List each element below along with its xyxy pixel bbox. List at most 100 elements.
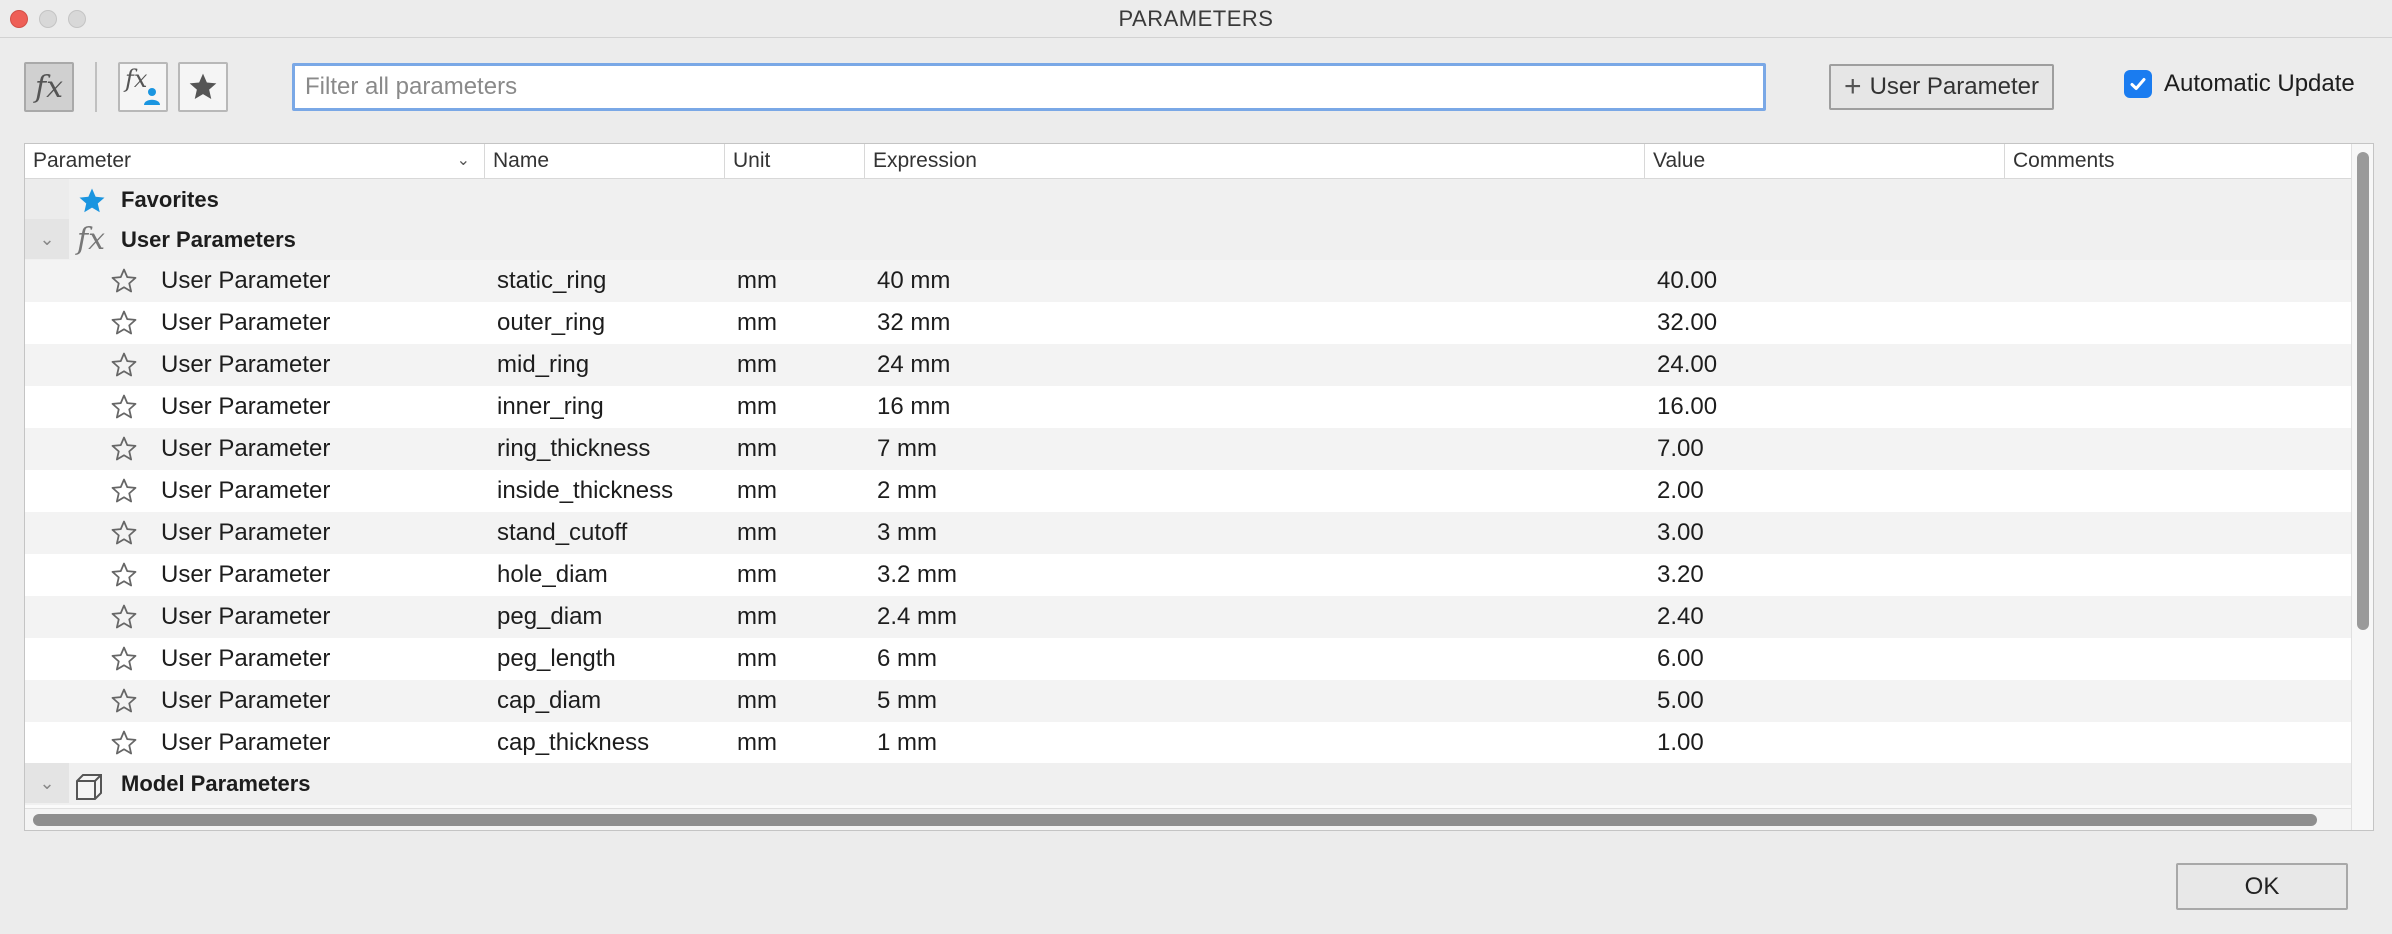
fx-user-icon: fx	[125, 65, 161, 105]
favorite-toggle-star-icon[interactable]	[109, 518, 139, 555]
parameter-value-cell: 5.00	[1657, 687, 1704, 714]
model-parameters-expander[interactable]: ⌄	[25, 763, 69, 803]
fx-icon: fx	[34, 69, 64, 105]
parameter-name-cell[interactable]: inside_thickness	[497, 470, 673, 512]
column-header-expression[interactable]: Expression	[865, 144, 1645, 178]
parameter-unit-cell[interactable]: mm	[737, 512, 777, 554]
vertical-scrollbar[interactable]	[2351, 144, 2373, 830]
parameter-name-cell[interactable]: static_ring	[497, 260, 606, 302]
table-row[interactable]: User Parameter cap_thickness mm 1 mm 1.00	[25, 722, 2351, 764]
ok-button[interactable]: OK	[2176, 863, 2348, 910]
table-row[interactable]: User Parameter cap_diam mm 5 mm 5.00	[25, 680, 2351, 722]
filter-parameters-input[interactable]	[292, 63, 1766, 111]
parameter-expression-cell[interactable]: 6 mm	[877, 638, 937, 680]
parameter-unit-cell[interactable]: mm	[737, 260, 777, 302]
column-header-unit[interactable]: Unit	[725, 144, 865, 178]
automatic-update-toggle[interactable]: Automatic Update	[2124, 70, 2355, 98]
parameter-value-cell: 40.00	[1657, 267, 1718, 294]
parameter-name-cell[interactable]: hole_diam	[497, 554, 608, 596]
table-row[interactable]: User Parameter inner_ring mm 16 mm 16.00	[25, 386, 2351, 428]
table-row[interactable]: User Parameter static_ring mm 40 mm 40.00	[25, 260, 2351, 302]
table-row[interactable]: User Parameter outer_ring mm 32 mm 32.00	[25, 302, 2351, 344]
title-bar: PARAMETERS	[0, 0, 2392, 38]
favorite-toggle-star-icon[interactable]	[109, 644, 139, 681]
favorite-toggle-star-icon[interactable]	[109, 602, 139, 639]
column-header-name[interactable]: Name	[485, 144, 725, 178]
parameter-unit-cell[interactable]: mm	[737, 638, 777, 680]
automatic-update-label: Automatic Update	[2164, 70, 2355, 97]
cube-icon	[76, 774, 102, 800]
user-parameters-expander[interactable]: ⌄	[25, 219, 69, 259]
parameter-name-cell[interactable]: ring_thickness	[497, 428, 650, 470]
parameter-expression-cell[interactable]: 40 mm	[877, 260, 950, 302]
table-row[interactable]: User Parameter ring_thickness mm 7 mm 7.00	[25, 428, 2351, 470]
parameter-expression-cell[interactable]: 24 mm	[877, 344, 950, 386]
parameter-type-cell: User Parameter	[161, 435, 331, 462]
parameter-name-cell[interactable]: mid_ring	[497, 344, 589, 386]
parameter-name-cell[interactable]: cap_thickness	[497, 722, 649, 764]
parameter-name-cell[interactable]: stand_cutoff	[497, 512, 627, 554]
favorite-toggle-star-icon[interactable]	[109, 728, 139, 765]
table-row[interactable]: User Parameter inside_thickness mm 2 mm 2.00	[25, 470, 2351, 512]
table-row[interactable]: User Parameter mid_ring mm 24 mm 24.00	[25, 344, 2351, 386]
favorite-toggle-star-icon[interactable]	[109, 686, 139, 723]
favorite-toggle-star-icon[interactable]	[109, 434, 139, 471]
parameter-expression-cell[interactable]: 2 mm	[877, 470, 937, 512]
table-row[interactable]: User Parameter hole_diam mm 3.2 mm 3.20	[25, 554, 2351, 596]
add-user-parameter-label: User Parameter	[1869, 73, 2039, 100]
model-parameters-group-row[interactable]: ⌄ Model Parameters	[25, 763, 2351, 805]
parameter-name-cell[interactable]: peg_diam	[497, 596, 602, 638]
parameter-expression-cell[interactable]: 7 mm	[877, 428, 937, 470]
favorite-toggle-star-icon[interactable]	[109, 476, 139, 513]
parameter-type-cell: User Parameter	[161, 561, 331, 588]
parameter-expression-cell[interactable]: 16 mm	[877, 386, 950, 428]
parameter-unit-cell[interactable]: mm	[737, 428, 777, 470]
parameter-expression-cell[interactable]: 5 mm	[877, 680, 937, 722]
user-parameters-filter-button[interactable]: fx	[118, 62, 168, 112]
parameter-name-cell[interactable]: cap_diam	[497, 680, 601, 722]
parameter-unit-cell[interactable]: mm	[737, 386, 777, 428]
parameter-expression-cell[interactable]: 2.4 mm	[877, 596, 957, 638]
parameter-unit-cell[interactable]: mm	[737, 680, 777, 722]
favorite-toggle-star-icon[interactable]	[109, 266, 139, 303]
horizontal-scrollbar-thumb[interactable]	[33, 814, 2317, 826]
parameter-expression-cell[interactable]: 3.2 mm	[877, 554, 957, 596]
parameter-name-cell[interactable]: inner_ring	[497, 386, 604, 428]
favorites-filter-button[interactable]	[178, 62, 228, 112]
column-header-comments[interactable]: Comments	[2005, 144, 2351, 178]
horizontal-scrollbar[interactable]	[25, 808, 2351, 830]
table-row[interactable]: User Parameter peg_diam mm 2.4 mm 2.40	[25, 596, 2351, 638]
parameter-name-cell[interactable]: outer_ring	[497, 302, 605, 344]
fx-icon: fx	[77, 222, 106, 257]
favorite-toggle-star-icon[interactable]	[109, 560, 139, 597]
add-user-parameter-button[interactable]: + User Parameter	[1829, 64, 2054, 110]
parameter-unit-cell[interactable]: mm	[737, 344, 777, 386]
parameter-expression-cell[interactable]: 32 mm	[877, 302, 950, 344]
parameter-unit-cell[interactable]: mm	[737, 554, 777, 596]
automatic-update-checkbox[interactable]	[2124, 70, 2152, 98]
show-all-parameters-button[interactable]: fx	[24, 62, 74, 112]
parameter-unit-cell[interactable]: mm	[737, 596, 777, 638]
favorites-expander	[25, 179, 69, 219]
parameter-name-cell[interactable]: peg_length	[497, 638, 616, 680]
parameter-unit-cell[interactable]: mm	[737, 722, 777, 764]
parameter-unit-cell[interactable]: mm	[737, 470, 777, 512]
parameter-expression-cell[interactable]: 3 mm	[877, 512, 937, 554]
table-row[interactable]: User Parameter stand_cutoff mm 3 mm 3.00	[25, 512, 2351, 554]
chevron-down-icon[interactable]: ⌄	[457, 144, 470, 178]
user-parameters-group-row[interactable]: ⌄ fx User Parameters	[25, 219, 2351, 261]
vertical-scrollbar-thumb[interactable]	[2357, 152, 2369, 630]
favorite-star-icon	[79, 188, 105, 213]
column-header-parameter[interactable]: Parameter ⌄	[25, 144, 485, 178]
parameter-value-cell: 32.00	[1657, 309, 1718, 336]
favorite-toggle-star-icon[interactable]	[109, 308, 139, 345]
column-header-value[interactable]: Value	[1645, 144, 2005, 178]
favorites-group-row[interactable]: Favorites	[25, 179, 2351, 221]
table-row[interactable]: User Parameter peg_length mm 6 mm 6.00	[25, 638, 2351, 680]
parameter-type-cell: User Parameter	[161, 729, 331, 756]
parameter-type-cell: User Parameter	[161, 267, 331, 294]
favorite-toggle-star-icon[interactable]	[109, 392, 139, 429]
parameter-expression-cell[interactable]: 1 mm	[877, 722, 937, 764]
parameter-unit-cell[interactable]: mm	[737, 302, 777, 344]
favorite-toggle-star-icon[interactable]	[109, 350, 139, 387]
